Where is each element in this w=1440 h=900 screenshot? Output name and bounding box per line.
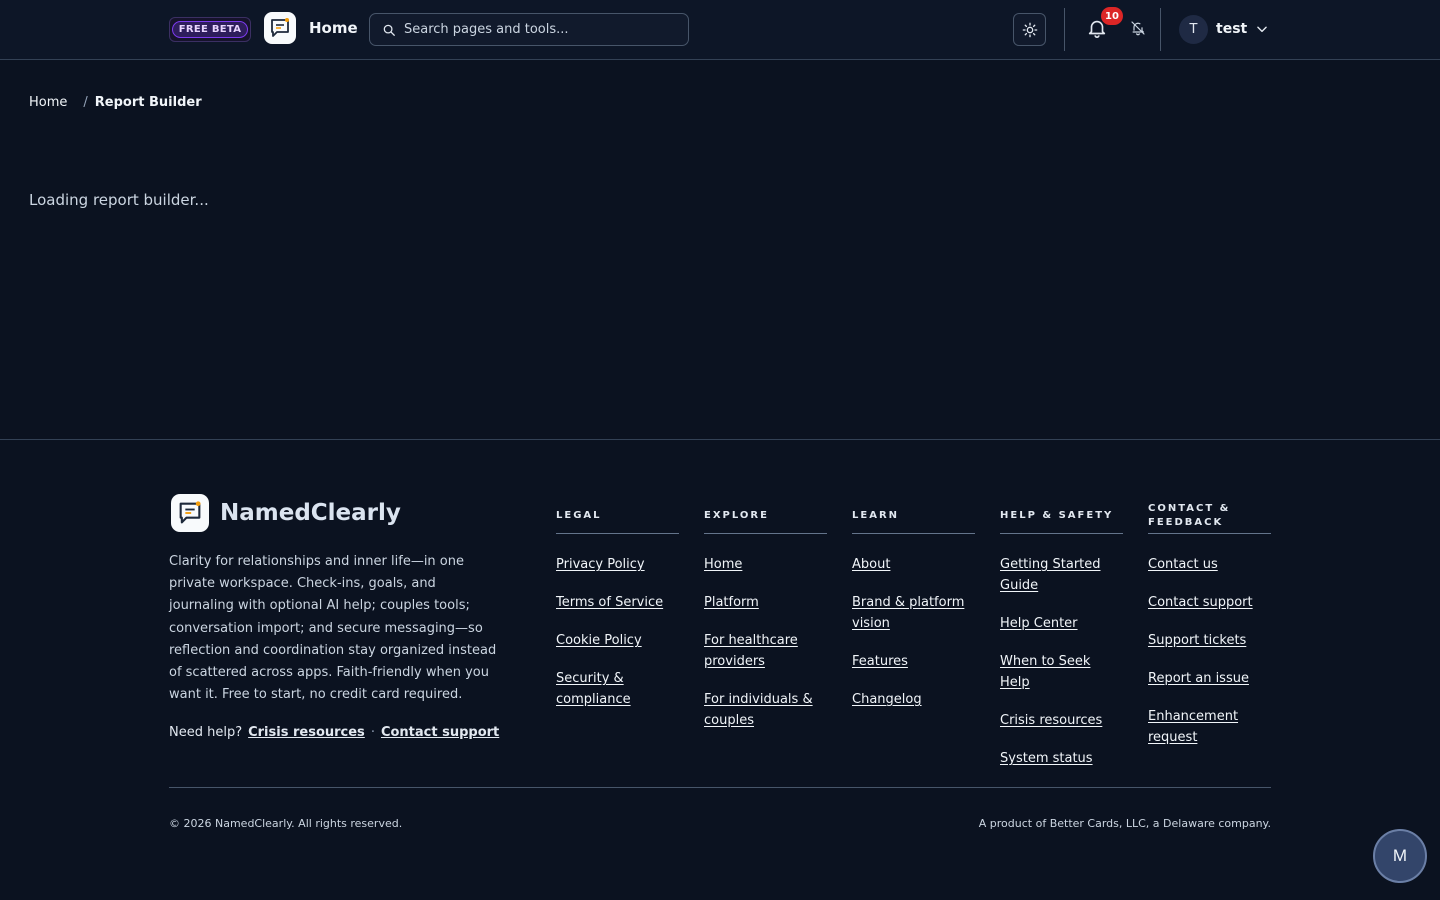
footer-link[interactable]: Changelog <box>852 692 922 707</box>
footer-link[interactable]: Getting Started Guide <box>1000 557 1101 593</box>
footer-link[interactable]: Brand & platform vision <box>852 595 964 631</box>
footer-column-heading: HELP & SAFETY <box>1000 498 1123 534</box>
copyright-text: © 2026 NamedClearly. All rights reserved… <box>169 817 403 830</box>
footer-link[interactable]: Platform <box>704 595 759 610</box>
search-bar[interactable] <box>369 13 689 46</box>
footer-link[interactable]: About <box>852 557 890 572</box>
footer-link[interactable]: For healthcare providers <box>704 633 798 669</box>
mute-notifications-button[interactable] <box>1129 20 1147 38</box>
footer-brand[interactable]: NamedClearly <box>171 494 401 532</box>
footer-link[interactable]: When to Seek Help <box>1000 654 1090 690</box>
sun-icon <box>1022 22 1037 37</box>
footer-column-heading: LEARN <box>852 498 975 534</box>
site-footer: NamedClearly Clarity for relationships a… <box>0 439 1440 900</box>
need-help-line: Need help? Crisis resources · Contact su… <box>169 725 499 740</box>
footer-column-heading: EXPLORE <box>704 498 827 534</box>
footer-link[interactable]: Terms of Service <box>556 595 663 610</box>
contact-support-link[interactable]: Contact support <box>381 725 499 740</box>
footer-link[interactable]: Contact support <box>1148 595 1253 610</box>
footer-link[interactable]: Security & compliance <box>556 671 631 707</box>
breadcrumb-separator: / <box>83 95 88 110</box>
loading-message: Loading report builder... <box>29 191 209 209</box>
app-logo-icon[interactable] <box>264 12 296 44</box>
footer-link[interactable]: Privacy Policy <box>556 557 645 572</box>
breadcrumb: Home / Report Builder <box>29 95 202 110</box>
footer-link[interactable]: System status <box>1000 751 1093 766</box>
footer-link[interactable]: Help Center <box>1000 616 1078 631</box>
footer-link[interactable]: Support tickets <box>1148 633 1246 648</box>
footer-link[interactable]: Crisis resources <box>1000 713 1102 728</box>
footer-link[interactable]: Contact us <box>1148 557 1218 572</box>
footer-column-contact-feedback: CONTACT & FEEDBACK Contact us Contact su… <box>1148 498 1271 764</box>
search-input[interactable] <box>404 22 674 37</box>
footer-link[interactable]: Cookie Policy <box>556 633 642 648</box>
user-name: test <box>1216 21 1248 37</box>
footer-link[interactable]: Report an issue <box>1148 671 1249 686</box>
footer-column-heading: CONTACT & FEEDBACK <box>1148 498 1271 534</box>
footer-link[interactable]: Features <box>852 654 908 669</box>
footer-column-learn: LEARN About Brand & platform vision Feat… <box>852 498 975 726</box>
footer-link[interactable]: Home <box>704 557 742 572</box>
avatar: T <box>1179 14 1208 44</box>
header-divider <box>1064 8 1065 51</box>
footer-tagline: Clarity for relationships and inner life… <box>169 554 497 703</box>
breadcrumb-home-link[interactable]: Home <box>29 95 67 110</box>
notification-count-badge: 10 <box>1101 7 1123 25</box>
footer-divider <box>169 787 1271 788</box>
footer-column-heading: LEGAL <box>556 498 679 534</box>
footer-column-explore: EXPLORE Home Platform For healthcare pro… <box>704 498 827 747</box>
company-attribution: A product of Better Cards, LLC, a Delawa… <box>978 817 1271 830</box>
footer-link[interactable]: For individuals & couples <box>704 692 813 728</box>
crisis-resources-link[interactable]: Crisis resources <box>248 725 365 740</box>
user-menu[interactable]: T test <box>1179 14 1269 44</box>
free-beta-label: FREE BETA <box>171 21 249 38</box>
header-home-link[interactable]: Home <box>309 19 358 37</box>
top-navigation-bar: FREE BETA Home Search pages and tools...… <box>0 0 1440 60</box>
search-icon <box>383 24 395 36</box>
separator-dot: · <box>370 725 375 740</box>
header-divider <box>1160 8 1161 51</box>
chevron-down-icon <box>1257 26 1268 33</box>
bell-off-icon <box>1131 21 1145 36</box>
floating-assistant-button[interactable]: M <box>1373 829 1427 883</box>
free-beta-badge: FREE BETA <box>169 17 251 42</box>
footer-link[interactable]: Enhancement request <box>1148 709 1238 745</box>
footer-column-help-safety: HELP & SAFETY Getting Started Guide Help… <box>1000 498 1123 785</box>
breadcrumb-current: Report Builder <box>94 95 202 110</box>
theme-toggle-button[interactable] <box>1013 13 1046 46</box>
footer-brand-name: NamedClearly <box>220 500 401 526</box>
need-help-label: Need help? <box>169 725 243 740</box>
footer-column-legal: LEGAL Privacy Policy Terms of Service Co… <box>556 498 679 726</box>
footer-logo-icon <box>171 494 209 532</box>
